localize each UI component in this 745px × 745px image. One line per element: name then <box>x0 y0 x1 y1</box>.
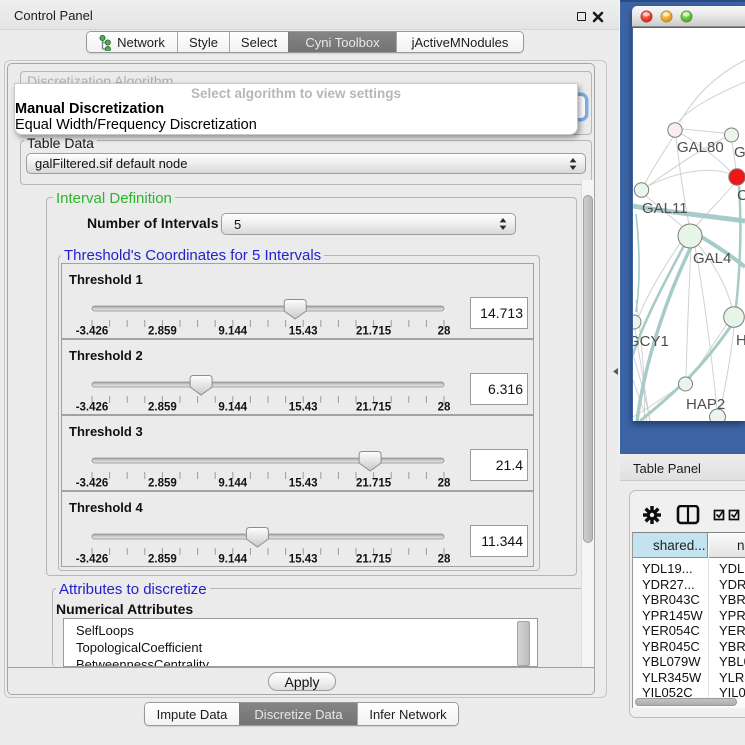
svg-text:9.144: 9.144 <box>218 402 247 414</box>
svg-text:9.144: 9.144 <box>218 554 247 566</box>
svg-text:GAL11: GAL11 <box>642 200 688 217</box>
svg-text:21.715: 21.715 <box>356 326 392 338</box>
svg-text:2.859: 2.859 <box>148 326 177 338</box>
svg-text:-3.426: -3.426 <box>76 478 109 490</box>
svg-text:28: 28 <box>438 326 451 338</box>
svg-text:GAL80: GAL80 <box>677 139 724 156</box>
svg-text:HAP2: HAP2 <box>686 396 725 413</box>
svg-text:15.43: 15.43 <box>289 478 318 490</box>
svg-text:-3.426: -3.426 <box>76 554 109 566</box>
svg-text:HA: HA <box>736 332 745 349</box>
svg-text:28: 28 <box>438 402 451 414</box>
svg-text:15.43: 15.43 <box>289 402 318 414</box>
svg-text:GCY1: GCY1 <box>633 333 669 350</box>
svg-text:15.43: 15.43 <box>289 554 318 566</box>
svg-text:28: 28 <box>438 554 451 566</box>
svg-text:-3.426: -3.426 <box>76 326 109 338</box>
svg-text:21.715: 21.715 <box>356 554 392 566</box>
svg-text:9.144: 9.144 <box>218 478 247 490</box>
svg-text:GAL4: GAL4 <box>693 250 731 267</box>
svg-text:GA: GA <box>734 144 745 161</box>
svg-text:2.859: 2.859 <box>148 554 177 566</box>
svg-text:15.43: 15.43 <box>289 326 318 338</box>
svg-text:9.144: 9.144 <box>218 326 247 338</box>
svg-text:-3.426: -3.426 <box>76 402 109 414</box>
svg-text:CR: CR <box>737 187 745 204</box>
svg-text:21.715: 21.715 <box>356 478 392 490</box>
svg-text:2.859: 2.859 <box>148 402 177 414</box>
svg-text:28: 28 <box>438 478 451 490</box>
svg-text:2.859: 2.859 <box>148 478 177 490</box>
svg-text:21.715: 21.715 <box>356 402 392 414</box>
